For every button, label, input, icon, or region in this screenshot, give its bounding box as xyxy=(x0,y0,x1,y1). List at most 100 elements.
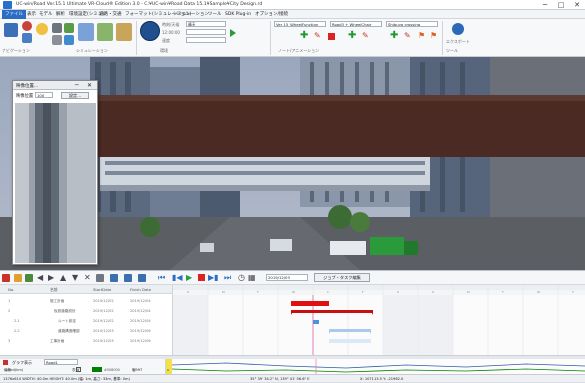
ribbon-separator xyxy=(270,21,271,55)
ribbon-toolbar: ナビゲーション シミュレーション 時刻/天候 晴天 12:00:00 速度 環境… xyxy=(0,19,585,57)
visible-checkbox[interactable]: ✓ xyxy=(76,367,81,372)
add-task-icon[interactable] xyxy=(14,274,22,282)
table-row[interactable]: 2.2 道路構造確認 2019/12/03 2019/12/06 xyxy=(0,328,172,336)
skip-forward-icon[interactable]: ⏭ xyxy=(224,272,231,284)
map-icon[interactable] xyxy=(64,23,74,33)
add-icon[interactable]: ✚ xyxy=(390,31,398,41)
col-header-finish: Finish Date xyxy=(130,287,152,292)
close-button[interactable]: ✕ xyxy=(569,0,585,10)
menu-sdk[interactable]: SDK Plug-in xyxy=(222,10,254,19)
terrain-icon[interactable] xyxy=(97,23,113,41)
schedule-edit-button[interactable]: ジョブ・タスク編集 xyxy=(314,273,370,282)
close-panel-icon[interactable] xyxy=(2,274,10,282)
menu-file[interactable]: ファイル xyxy=(2,10,26,19)
calendar-icon[interactable] xyxy=(124,274,132,282)
skip-back-icon[interactable]: ⏮ xyxy=(158,272,165,284)
edit-icon[interactable]: ✎ xyxy=(404,31,411,41)
step-back-icon[interactable]: ▮◀ xyxy=(172,272,183,284)
gantt-chart[interactable]: S M T W T F S S M T W T xyxy=(172,285,585,355)
var-name: speed(km) xyxy=(4,368,24,372)
stop-icon[interactable] xyxy=(328,33,335,40)
group-label-navigation: ナビゲーション xyxy=(2,48,30,53)
calendar-icon[interactable] xyxy=(138,274,146,282)
wrench-icon[interactable] xyxy=(52,35,62,45)
variable-row[interactable]: speed(km) ✓ #008000 1,997 xyxy=(4,367,165,374)
color-swatch[interactable] xyxy=(92,367,102,372)
table-row[interactable]: 2.1 ルート設定 2019/12/02 2019/12/04 xyxy=(0,318,172,326)
clock-icon[interactable]: ◷ xyxy=(238,272,245,284)
speed-combo[interactable] xyxy=(186,37,226,43)
vehicle-combo[interactable]: Ver 15_WheelFunction xyxy=(274,21,326,27)
sun-icon[interactable] xyxy=(36,23,48,35)
close-icon[interactable]: ✕ xyxy=(87,81,92,90)
indent-icon[interactable] xyxy=(25,274,33,282)
record-icon[interactable] xyxy=(22,21,32,31)
graph-label: グラフ表示 xyxy=(12,360,32,365)
row-finish: 2019/12/06 xyxy=(130,329,151,333)
export-icon[interactable] xyxy=(452,23,464,35)
clock-icon[interactable] xyxy=(140,21,160,41)
group-label-note: ノート/アニメーション xyxy=(278,48,320,53)
play-icon[interactable] xyxy=(230,29,236,37)
schedule-toolbar: ◀ ▶ ▲ ▼ ✕ ⏮ ▮◀ ▶ ▶▮ ⏭ ◷ ▦ 2019/12/03 ジョブ… xyxy=(0,271,585,285)
arrow-right-icon[interactable]: ▶ xyxy=(48,272,54,284)
arrow-down-icon[interactable]: ▼ xyxy=(72,272,78,284)
row-name: ルート設定 xyxy=(58,319,76,323)
table-row[interactable]: 2 仮設道路設計 2019/12/02 2019/12/04 xyxy=(0,308,172,316)
pin-icon[interactable]: ⚑ xyxy=(430,31,437,41)
driver-combo[interactable]: Shibuya crossing xyxy=(386,21,438,27)
road-icon[interactable] xyxy=(116,23,132,41)
table-row[interactable]: 3 工事計画 2019/12/03 2019/12/06 xyxy=(0,338,172,346)
row-name: 仮設道路設計 xyxy=(54,309,76,313)
step-forward-icon[interactable]: ▶▮ xyxy=(208,272,219,284)
col-header-start: StartDate xyxy=(93,287,112,292)
grid-icon[interactable] xyxy=(52,23,62,33)
link-icon[interactable] xyxy=(96,274,104,282)
arrow-left-icon[interactable]: ◀ xyxy=(37,272,43,284)
gantt-bars xyxy=(173,285,585,355)
pin-icon[interactable]: ⚑ xyxy=(418,31,425,41)
graph-combo[interactable]: Road1 xyxy=(44,359,78,365)
day-tick: M xyxy=(467,290,470,294)
delete-icon[interactable]: ✕ xyxy=(84,272,91,284)
day-tick: S xyxy=(187,290,189,294)
time-combo[interactable] xyxy=(186,29,226,35)
setting-button[interactable]: 設定... xyxy=(61,92,89,99)
camera-icon[interactable] xyxy=(22,33,32,43)
speed-label: 速度 xyxy=(162,38,170,43)
stop-icon[interactable] xyxy=(198,274,205,281)
globe-icon[interactable] xyxy=(64,35,74,45)
camera-subwindow[interactable]: 映像位置... ─ ✕ 映像位置 100 設定... xyxy=(12,80,98,265)
minimize-icon[interactable]: ─ xyxy=(75,81,79,90)
weather-combo[interactable]: 晴天 xyxy=(186,21,226,27)
date-field[interactable]: 2019/12/03 xyxy=(266,274,308,281)
route-combo[interactable]: Road3 + WheelChair xyxy=(330,21,382,27)
home-icon[interactable] xyxy=(4,23,18,37)
menu-road[interactable]: 道路・交通 xyxy=(96,10,125,19)
position-combo[interactable]: 100 xyxy=(35,92,53,98)
day-tick: T xyxy=(572,290,574,294)
add-icon[interactable]: ✚ xyxy=(348,31,356,41)
subwindow-title: 映像位置... xyxy=(16,84,39,89)
row-finish: 2019/12/04 xyxy=(130,309,151,313)
row-id: 1 xyxy=(8,299,11,303)
col-header-name: 名前 xyxy=(50,287,58,292)
maximize-button[interactable]: □ xyxy=(553,0,569,10)
add-icon[interactable]: ✚ xyxy=(300,31,308,41)
building-icon[interactable] xyxy=(78,23,94,41)
line-chart[interactable]: 0 xyxy=(165,359,585,375)
row-id: 2 xyxy=(8,309,11,313)
play-icon[interactable]: ▶ xyxy=(186,272,192,284)
calendar-icon[interactable] xyxy=(110,274,118,282)
ribbon-separator xyxy=(136,21,137,55)
minimize-button[interactable]: ─ xyxy=(537,0,553,10)
subwindow-titlebar[interactable]: 映像位置... ─ ✕ xyxy=(13,81,97,90)
calendar-icon[interactable]: ▦ xyxy=(248,272,256,284)
table-row[interactable]: 1 施工計画 2019/12/02 2019/12/04 xyxy=(0,298,172,306)
arrow-up-icon[interactable]: ▲ xyxy=(60,272,66,284)
close-panel-icon[interactable] xyxy=(3,360,8,365)
edit-icon[interactable]: ✎ xyxy=(362,31,369,41)
menu-options[interactable]: オプション/接続 xyxy=(252,10,291,19)
edit-icon[interactable]: ✎ xyxy=(314,31,321,41)
row-name: 施工計画 xyxy=(50,299,65,303)
